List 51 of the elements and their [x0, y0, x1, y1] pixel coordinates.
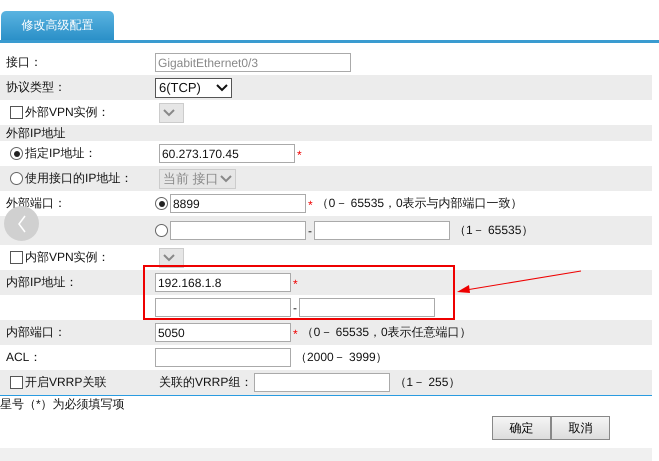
text-field[interactable]	[299, 298, 435, 317]
required-mark: *	[308, 198, 313, 212]
hint-text: （2000－ 3999）	[295, 349, 388, 366]
hint-text: （0－ 65535，0表示与内部端口一致）	[316, 195, 523, 212]
required-mark: *	[293, 277, 298, 291]
confirm-button[interactable]: 确定	[492, 416, 551, 440]
caret-icon	[220, 174, 232, 182]
field-label: 内部VPN实例：	[25, 249, 110, 266]
checkbox[interactable]	[10, 251, 23, 264]
field-label: 内部端口：	[6, 324, 66, 341]
vpn-select[interactable]	[159, 102, 184, 122]
text-field[interactable]	[155, 348, 291, 367]
footnote: 星号（*）为必须填写项	[0, 396, 126, 410]
checkbox[interactable]	[10, 106, 23, 119]
hint-text: （1－ 65535）	[454, 222, 534, 239]
text-field[interactable]	[170, 221, 306, 240]
checkbox[interactable]	[10, 376, 23, 389]
vpn-select[interactable]	[159, 248, 184, 268]
caret-icon	[163, 254, 175, 262]
required-mark: *	[293, 327, 298, 341]
field-label: ACL：	[6, 349, 42, 366]
field-label: 开启VRRP关联	[25, 374, 106, 391]
field-label: 使用接口的IP地址：	[25, 170, 132, 187]
required-mark: *	[297, 148, 302, 162]
text-field[interactable]: 60.273.170.45	[159, 144, 295, 163]
field-label: 外部VPN实例：	[25, 104, 110, 121]
text-field[interactable]: 8899	[170, 194, 306, 213]
text-field[interactable]	[254, 373, 390, 392]
hint-text: （1－ 255）	[394, 374, 460, 391]
radio-button[interactable]	[155, 224, 168, 237]
range-separator: -	[293, 300, 297, 314]
cancel-button[interactable]: 取消	[551, 416, 610, 440]
field-label: 接口：	[6, 54, 42, 71]
text-field[interactable]	[314, 221, 450, 240]
field-label: 指定IP地址：	[25, 145, 96, 162]
text-field[interactable]: 5050	[155, 323, 291, 342]
hint-text: （0－ 65535，0表示任意端口）	[302, 324, 472, 341]
text-field[interactable]: 192.168.1.8	[155, 273, 291, 292]
radio-button[interactable]	[155, 197, 168, 210]
caret-icon	[216, 84, 228, 92]
field-label: 内部IP地址：	[6, 274, 78, 291]
caret-icon	[163, 108, 175, 116]
field-label: 关联的VRRP组：	[159, 374, 252, 391]
range-separator: -	[308, 224, 312, 238]
text-field[interactable]	[155, 298, 291, 317]
protocol-select[interactable]: 6(TCP)	[155, 78, 232, 98]
field-label: 协议类型：	[6, 79, 66, 96]
chevron-left-icon	[16, 214, 26, 232]
field-label: 外部IP地址	[6, 124, 66, 142]
radio-button[interactable]	[10, 147, 23, 160]
radio-button[interactable]	[10, 172, 23, 185]
